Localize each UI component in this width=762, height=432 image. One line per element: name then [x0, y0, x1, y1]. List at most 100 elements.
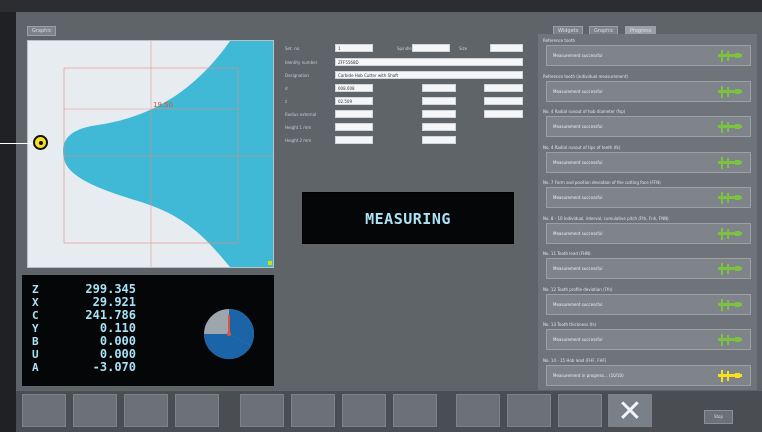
softkey-4[interactable] [175, 394, 219, 427]
caliper-in-progress-icon [718, 369, 742, 382]
profile-svg [63, 41, 273, 267]
designation-field[interactable]: Carbide Hob Cutter with Shaft [335, 71, 523, 79]
softkey-9[interactable] [456, 394, 500, 427]
softkey-5[interactable] [240, 394, 284, 427]
axis-position-display: Z 299.345 X 29.921 C 241.786 Y 0.110 B 0.000 … [22, 275, 274, 386]
field-label: Height 2 mm [285, 138, 312, 143]
softkey-7[interactable] [342, 394, 386, 427]
d-field[interactable]: 008.008 [335, 84, 373, 92]
dro-row-y: Y 0.110 [32, 321, 136, 335]
tab-graphic[interactable]: Graphic [27, 26, 57, 36]
caliper-ok-icon [718, 298, 742, 311]
result-item[interactable]: Reference tooth Measurement successful [540, 36, 753, 70]
tool-data-form: Set. no. 1 Spindle Size Identity number … [282, 40, 527, 150]
result-status-box: Measurement successful [546, 80, 751, 102]
result-status-box: Measurement successful [546, 116, 751, 137]
result-item[interactable]: No. 4 Radial runout of hob diameter (fsp… [540, 107, 753, 141]
result-status: Measurement in progress... (10/10) [553, 372, 624, 378]
result-title: No. 4 Radial runout of hob diameter (fsp… [543, 109, 626, 114]
field-label: d [285, 86, 288, 91]
spindle-field[interactable] [412, 44, 450, 52]
result-item[interactable]: No. 12 Tooth profile deviation (Ffn) Meas… [540, 285, 753, 319]
result-status-box: Measurement successful [546, 187, 751, 208]
result-status: Measurement successful [553, 195, 603, 200]
result-status-box: Measurement successful [546, 222, 751, 244]
softkey-2[interactable] [73, 394, 117, 427]
height2-field-2[interactable] [422, 136, 456, 144]
softkey-3[interactable] [124, 394, 168, 427]
close-button[interactable]: ✕ [608, 394, 652, 429]
result-title: Reference tooth (individual measurement) [543, 73, 628, 79]
result-status-box: Measurement successful [546, 45, 751, 66]
result-status: Measurement successful [553, 301, 603, 307]
result-status: Measurement successful [553, 159, 603, 165]
radius-field[interactable] [335, 110, 373, 118]
radius-field-3[interactable] [484, 110, 523, 118]
result-item[interactable]: No. 7 Form and position deviation of the… [540, 178, 753, 212]
result-status-box: Measurement successful [546, 258, 751, 279]
result-title: No. 12 Tooth profile deviation (Ffn) [543, 286, 613, 292]
close-icon: ✕ [617, 394, 643, 429]
result-status-box: Measurement in progress... (10/10) [546, 364, 751, 386]
dro-row-a: A -3.070 [32, 360, 136, 374]
result-status-box: Measurement successful [546, 293, 751, 315]
z-field-3[interactable] [484, 97, 523, 105]
dro-row-c: C 241.786 [32, 308, 136, 322]
caliper-ok-icon [718, 121, 742, 133]
result-status: Measurement successful [553, 266, 603, 271]
result-status: Measurement successful [553, 88, 603, 94]
result-item[interactable]: Reference tooth (individual measurement)… [540, 72, 753, 106]
status-text: MEASURING [365, 210, 451, 228]
tool-profile-shape [63, 41, 273, 267]
softkey-1[interactable] [22, 394, 66, 427]
dimension-label: 19.50 [153, 101, 174, 109]
measurement-progress-list: Reference tooth Measurement successful Ref… [538, 34, 757, 390]
softkey-6[interactable] [291, 394, 335, 427]
d-field-3[interactable] [484, 84, 523, 92]
result-item[interactable]: No. 13 Tooth thickness (fs) Measurement s… [540, 320, 753, 354]
result-status: Measurement successful [553, 230, 603, 236]
height2-field[interactable] [335, 136, 373, 144]
result-status: Measurement successful [553, 53, 603, 58]
field-label: z [285, 99, 288, 104]
field-label: Identity number [285, 60, 318, 65]
z-field-2[interactable] [422, 97, 456, 105]
radius-field-2[interactable] [422, 110, 456, 118]
result-status: Measurement successful [553, 337, 603, 342]
z-field[interactable]: 02.509 [335, 97, 373, 105]
set-number-field[interactable]: 1 [335, 44, 373, 52]
tool-profile-drawing: 19.50 [27, 40, 274, 268]
result-title: Reference tooth [543, 38, 575, 43]
field-label: Radius external [285, 112, 317, 117]
result-item[interactable]: No. 8 - 10 Individual, interval, cumulat… [540, 214, 753, 248]
result-title: No. 14 - 15 Hob lead (FHF, FHF) [543, 357, 607, 363]
field-label: Designation [285, 73, 309, 78]
result-item[interactable]: No. 4 Radial runout of tips of teeth (fk… [540, 143, 753, 177]
height1-field[interactable] [335, 123, 373, 131]
d-field-2[interactable] [422, 84, 456, 92]
caliper-ok-icon [718, 50, 742, 62]
result-title: No. 13 Tooth thickness (fs) [543, 322, 597, 327]
result-item[interactable]: No. 14 - 15 Hob lead (FHF, FHF) Measureme… [540, 356, 753, 390]
dro-row-z: Z 299.345 [32, 282, 136, 296]
field-label: Set. no. [285, 46, 301, 51]
measuring-status-display: MEASURING [302, 192, 514, 244]
caliper-ok-icon [718, 192, 742, 204]
dro-row-b: B 0.000 [32, 334, 136, 348]
rotation-gauge-icon [203, 308, 255, 360]
result-title: No. 8 - 10 Individual, interval, cumulat… [543, 215, 669, 221]
corner-marker [268, 261, 272, 265]
stop-button[interactable]: Stop [704, 410, 733, 424]
result-status-box: Measurement successful [546, 329, 751, 350]
softkey-10[interactable] [507, 394, 551, 427]
caliper-ok-icon [718, 263, 742, 275]
softkey-8[interactable] [393, 394, 437, 427]
identity-number-field[interactable]: ZFF5568D [335, 58, 523, 66]
softkey-11[interactable] [558, 394, 602, 427]
size-field[interactable] [490, 44, 523, 52]
dro-row-x: X 29.921 [32, 295, 136, 309]
field-label: Spindle [397, 46, 412, 51]
height1-field-2[interactable] [422, 123, 456, 131]
caliper-ok-icon [718, 334, 742, 346]
result-item[interactable]: No. 11 Tooth lead (FHN) Measurement succe… [540, 249, 753, 283]
